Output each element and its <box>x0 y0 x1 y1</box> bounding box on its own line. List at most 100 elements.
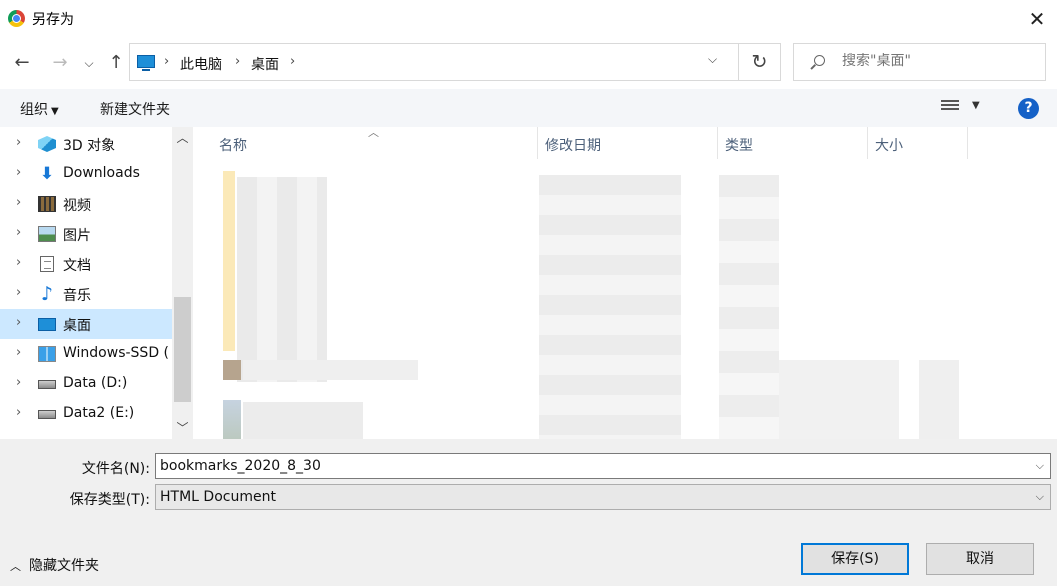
obscured-file-icon <box>223 360 241 380</box>
chevron-down-icon[interactable]: ⌵ <box>1036 459 1044 473</box>
column-header-size[interactable]: 大小 <box>875 135 903 155</box>
obscured-modified-dates <box>539 175 681 439</box>
hide-folders-label: 隐藏文件夹 <box>29 558 99 574</box>
breadcrumb-this-pc[interactable]: 此电脑 <box>180 54 222 74</box>
obscured-file-types <box>719 175 779 439</box>
chevron-right-icon[interactable]: › <box>16 195 21 210</box>
column-header-type[interactable]: 类型 <box>725 135 753 155</box>
address-bar[interactable]: › 此电脑 › 桌面 › <box>129 43 739 81</box>
filetype-label: 保存类型(T): <box>69 492 150 508</box>
chevron-down-icon: ▼ <box>51 106 59 117</box>
dialog-title: 另存为 <box>32 12 74 28</box>
breadcrumb-separator[interactable]: › <box>164 54 169 69</box>
drive-icon <box>38 380 56 389</box>
file-list[interactable]: ︿ 名称 修改日期 类型 大小 <box>193 126 1057 439</box>
video-icon <box>38 196 56 212</box>
sidebar-item-label: 视频 <box>63 198 91 214</box>
search-input[interactable] <box>842 53 1032 69</box>
forward-button[interactable]: → <box>48 50 72 76</box>
organize-label: 组织 <box>20 102 48 118</box>
chevron-down-icon[interactable]: ﹀ <box>172 419 193 436</box>
recent-locations-button[interactable]: ⌵ <box>80 50 98 76</box>
obscured-file-icon <box>223 400 241 439</box>
chevron-down-icon[interactable]: ▼ <box>972 100 980 111</box>
windows-drive-icon <box>38 346 56 362</box>
title-bar: 另存为 ✕ <box>0 0 1057 38</box>
column-divider[interactable] <box>537 127 538 159</box>
column-divider[interactable] <box>717 127 718 159</box>
sidebar-item-music[interactable]: › ♪ 音乐 <box>0 279 172 309</box>
obscured-file-name <box>243 360 418 380</box>
sidebar-item-label: Downloads <box>63 165 140 181</box>
sidebar-item-documents[interactable]: › 文档 <box>0 249 172 279</box>
chevron-right-icon[interactable]: › <box>16 345 21 360</box>
sidebar-item-videos[interactable]: › 视频 <box>0 189 172 219</box>
filename-combobox[interactable]: ⌵ <box>155 453 1051 479</box>
sidebar-item-windows-ssd[interactable]: › Windows-SSD ( <box>0 339 172 369</box>
scrollbar-thumb[interactable] <box>174 297 191 402</box>
up-button[interactable]: ↑ <box>104 50 128 76</box>
cancel-button[interactable]: 取消 <box>926 543 1034 575</box>
search-icon <box>814 55 825 66</box>
help-button[interactable]: ? <box>1018 98 1039 119</box>
sort-ascending-icon: ︿ <box>368 126 379 139</box>
chevron-right-icon[interactable]: › <box>16 285 21 300</box>
chevron-right-icon[interactable]: › <box>16 315 21 330</box>
chevron-right-icon[interactable]: › <box>16 375 21 390</box>
address-dropdown-button[interactable]: ⌵ <box>708 52 717 67</box>
breadcrumb-separator[interactable]: › <box>290 54 295 69</box>
sidebar-item-label: Data (D:) <box>63 375 128 391</box>
chevron-right-icon[interactable]: › <box>16 255 21 270</box>
documents-icon <box>40 256 54 272</box>
organize-button[interactable]: 组织 ▼ <box>20 99 59 119</box>
column-divider[interactable] <box>967 127 968 159</box>
refresh-button[interactable]: ↻ <box>739 43 781 81</box>
column-header-name[interactable]: 名称 <box>219 135 247 155</box>
breadcrumb-desktop[interactable]: 桌面 <box>251 54 279 74</box>
column-header-modified[interactable]: 修改日期 <box>545 135 601 155</box>
sidebar-scrollbar[interactable]: ︿ ﹀ <box>172 127 193 439</box>
chevron-right-icon[interactable]: › <box>16 165 21 180</box>
sidebar-item-label: 图片 <box>63 228 91 244</box>
sidebar-item-downloads[interactable]: › ⬇ Downloads <box>0 159 172 189</box>
chevron-up-icon: ︿ <box>10 560 21 573</box>
this-pc-icon <box>137 55 155 71</box>
back-button[interactable]: ← <box>8 50 36 76</box>
music-icon: ♪ <box>40 283 54 305</box>
search-box[interactable] <box>793 43 1046 81</box>
chevron-down-icon[interactable]: ⌵ <box>1036 490 1044 504</box>
navigation-pane: › 3D 对象 › ⬇ Downloads › 视频 › 图片 › 文档 › ♪… <box>0 127 193 439</box>
pictures-icon <box>38 226 56 242</box>
sidebar-item-pictures[interactable]: › 图片 <box>0 219 172 249</box>
obscured-file-names <box>237 177 327 382</box>
drive-icon <box>38 410 56 419</box>
column-divider[interactable] <box>867 127 868 159</box>
chrome-icon <box>8 10 25 27</box>
save-button[interactable]: 保存(S) <box>801 543 909 575</box>
sidebar-item-data-d[interactable]: › Data (D:) <box>0 369 172 399</box>
hide-folders-toggle[interactable]: ︿ 隐藏文件夹 <box>10 555 99 575</box>
breadcrumb-separator[interactable]: › <box>235 54 240 69</box>
command-bar: 组织 ▼ 新建文件夹 <box>0 89 1057 127</box>
sidebar-item-label: 桌面 <box>63 318 91 334</box>
chevron-right-icon[interactable]: › <box>16 135 21 150</box>
desktop-icon <box>38 318 56 331</box>
view-options-icon[interactable] <box>941 100 959 114</box>
sidebar-item-desktop[interactable]: › 桌面 <box>0 309 172 339</box>
sidebar-item-label: Data2 (E:) <box>63 405 135 421</box>
new-folder-button[interactable]: 新建文件夹 <box>100 99 170 119</box>
obscured-file-types <box>779 360 899 439</box>
filename-field[interactable] <box>160 458 1020 474</box>
close-button[interactable]: ✕ <box>1022 5 1052 33</box>
3d-objects-icon <box>38 136 56 152</box>
filetype-select[interactable]: HTML Document ⌵ <box>155 484 1051 510</box>
obscured-file-name <box>243 402 363 439</box>
chevron-right-icon[interactable]: › <box>16 405 21 420</box>
sidebar-item-label: Windows-SSD ( <box>63 345 170 361</box>
chevron-right-icon[interactable]: › <box>16 225 21 240</box>
sidebar-item-3d-objects[interactable]: › 3D 对象 <box>0 129 172 159</box>
filename-label: 文件名(N): <box>81 461 150 477</box>
sidebar-item-data2-e[interactable]: › Data2 (E:) <box>0 399 172 429</box>
chevron-up-icon[interactable]: ︿ <box>172 129 193 146</box>
sidebar-item-label: 文档 <box>63 258 91 274</box>
